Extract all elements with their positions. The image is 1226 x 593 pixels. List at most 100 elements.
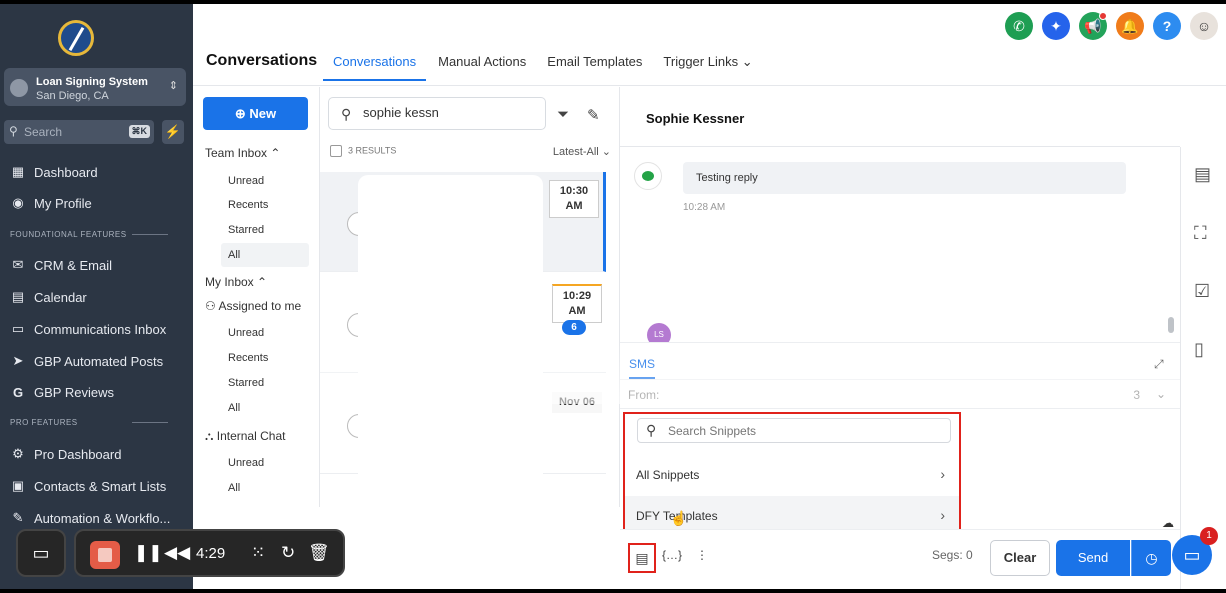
- tab-email-templates[interactable]: Email Templates: [547, 48, 642, 81]
- my-unread[interactable]: Unread: [228, 327, 264, 339]
- conversation-time: 10:29 AM: [552, 284, 602, 323]
- phone-icon[interactable]: ✆: [1005, 12, 1033, 40]
- search-icon: ⚲: [646, 422, 657, 438]
- filter-icon[interactable]: ⏷: [557, 106, 569, 123]
- support-chat-button[interactable]: ▭ 1: [1172, 527, 1218, 575]
- sidebar-item-dashboard[interactable]: ▦ Dashboard: [10, 161, 98, 183]
- screen-recorder-bar: ▭ ❚❚ ◀◀ 4:29 ⁙ ↻ 🗑: [0, 529, 345, 579]
- notification-dot: [1099, 12, 1107, 20]
- select-all-checkbox[interactable]: [330, 145, 342, 157]
- snippet-label: All Snippets: [636, 468, 700, 482]
- clock-icon: ◷: [1145, 550, 1158, 566]
- compose-icon[interactable]: ✎: [587, 106, 600, 124]
- camera-toggle-button[interactable]: ▭: [16, 529, 66, 577]
- help-icon[interactable]: ?: [1153, 12, 1181, 40]
- sidebar-item-label: Dashboard: [34, 164, 98, 180]
- stop-recording-button[interactable]: [90, 541, 120, 569]
- ai-sparkle-icon[interactable]: ✦: [1042, 12, 1070, 40]
- team-all[interactable]: All: [221, 243, 309, 267]
- my-recents[interactable]: Recents: [228, 352, 268, 364]
- team-starred[interactable]: Starred: [228, 224, 264, 236]
- account-switcher[interactable]: Loan Signing System San Diego, CA ⇕: [4, 68, 186, 106]
- header-actions: ✆ ✦ 📢 🔔 ? ☺: [996, 12, 1218, 40]
- team-inbox-header[interactable]: Team Inbox ⌃: [205, 146, 280, 160]
- restart-icon[interactable]: ↻: [281, 543, 295, 563]
- tab-trigger-links[interactable]: Trigger Links ⌄: [663, 48, 752, 81]
- sidebar-item-contacts[interactable]: ▣ Contacts & Smart Lists: [10, 475, 166, 497]
- rewind-icon[interactable]: ◀◀: [164, 543, 190, 563]
- from-selector[interactable]: From: 3 ⌄: [620, 379, 1180, 409]
- tab-sms[interactable]: SMS: [629, 357, 656, 379]
- label: Team Inbox: [205, 146, 268, 160]
- assigned-to-me[interactable]: ⚇ Assigned to me: [205, 299, 301, 313]
- team-recents[interactable]: Recents: [228, 199, 268, 211]
- more-options-icon[interactable]: ⋮: [696, 548, 708, 562]
- sidebar-item-gbp-posts[interactable]: ➤ GBP Automated Posts: [10, 350, 164, 372]
- sidebar-search[interactable]: ⚲ Search ⌘K: [4, 120, 154, 144]
- chat-scrollbar[interactable]: [1168, 317, 1174, 333]
- internal-unread[interactable]: Unread: [228, 457, 264, 469]
- label: My Inbox: [205, 275, 254, 289]
- sidebar-item-pro-dashboard[interactable]: ⚙ Pro Dashboard: [10, 443, 121, 465]
- pause-icon[interactable]: ❚❚: [134, 543, 163, 563]
- recording-time: 4:29: [196, 545, 226, 562]
- checkbox-icon[interactable]: ☑: [1194, 281, 1210, 302]
- my-inbox-header[interactable]: My Inbox ⌃: [205, 275, 267, 289]
- sort-dropdown[interactable]: Latest-All ⌄: [553, 145, 611, 158]
- chevron-up-icon: ⌃: [257, 275, 268, 289]
- conversation-tabs: Conversations Manual Actions Email Templ…: [323, 48, 774, 81]
- account-avatar-icon: [10, 79, 28, 97]
- megaphone-icon[interactable]: 📢: [1079, 12, 1107, 40]
- sidebar-item-label: Contacts & Smart Lists: [34, 478, 167, 494]
- snippets-search[interactable]: ⚲: [637, 418, 951, 443]
- sidebar-item-communications-inbox[interactable]: ▭ Communications Inbox: [10, 318, 166, 340]
- my-all[interactable]: All: [228, 402, 240, 414]
- internal-all[interactable]: All: [228, 482, 240, 494]
- sidebar-item-label: Pro Dashboard: [34, 446, 122, 462]
- plus-icon: ⊕: [234, 106, 246, 121]
- internal-chat-header[interactable]: ⛬ Internal Chat: [205, 429, 285, 444]
- google-icon: G: [12, 384, 24, 400]
- tab-manual-actions[interactable]: Manual Actions: [438, 48, 526, 81]
- sidebar-item-gbp-reviews[interactable]: G GBP Reviews: [10, 381, 114, 403]
- team-unread[interactable]: Unread: [228, 175, 264, 187]
- snippets-button[interactable]: ▤: [628, 543, 656, 573]
- trash-icon[interactable]: 🗑: [308, 543, 330, 563]
- grid-icon[interactable]: ⁙: [251, 543, 265, 563]
- profile-icon: ◉: [12, 195, 24, 210]
- snippet-all-snippets[interactable]: All Snippets ›: [625, 455, 959, 495]
- new-conversation-button[interactable]: ⊕ New: [203, 97, 308, 130]
- chevron-right-icon: ›: [940, 507, 945, 523]
- account-name: Loan Signing System: [36, 76, 148, 88]
- custom-values-icon[interactable]: {…}: [662, 548, 682, 562]
- contact-name: Sophie Kessner: [646, 111, 745, 126]
- calendar-icon[interactable]: ▤: [1194, 164, 1211, 185]
- sidebar-item-crm-email[interactable]: ✉ CRM & Email: [10, 254, 112, 276]
- clear-button[interactable]: Clear: [990, 540, 1050, 576]
- notification-badge: 1: [1200, 527, 1218, 545]
- right-rail: ▤ ⛶ ☑ ▯: [1180, 147, 1226, 589]
- user-avatar[interactable]: ☺: [1190, 12, 1218, 40]
- schedule-send-button[interactable]: ◷: [1131, 540, 1171, 576]
- sidebar-item-automation[interactable]: ✎ Automation & Workflo...: [10, 507, 171, 529]
- snippets-search-input[interactable]: [668, 424, 938, 438]
- chevron-down-icon: ⌄: [741, 54, 753, 69]
- tab-label: Trigger Links: [663, 54, 739, 69]
- conversation-search-input[interactable]: [363, 105, 533, 120]
- quick-action-bolt-icon[interactable]: ⚡: [162, 120, 184, 144]
- results-count: 3 RESULTS: [330, 145, 396, 157]
- chat-bubble-icon[interactable]: ☁: [1162, 516, 1174, 530]
- tab-conversations[interactable]: Conversations: [323, 48, 427, 81]
- bell-icon[interactable]: 🔔: [1116, 12, 1144, 40]
- sidebar-item-label: GBP Reviews: [34, 384, 114, 400]
- section-pro: PRO FEATURES: [10, 418, 168, 427]
- expand-icon[interactable]: ⤢: [1154, 357, 1164, 372]
- sidebar-item-calendar[interactable]: ▤ Calendar: [10, 286, 87, 308]
- sidebar-item-my-profile[interactable]: ◉ My Profile: [10, 192, 91, 214]
- document-icon[interactable]: ▯: [1194, 339, 1204, 360]
- send-button[interactable]: Send: [1056, 540, 1130, 576]
- conversation-search[interactable]: ⚲: [328, 97, 546, 130]
- network-icon[interactable]: ⛶: [1194, 223, 1207, 244]
- my-starred[interactable]: Starred: [228, 377, 264, 389]
- chevron-down-icon: ⌄: [1155, 387, 1166, 401]
